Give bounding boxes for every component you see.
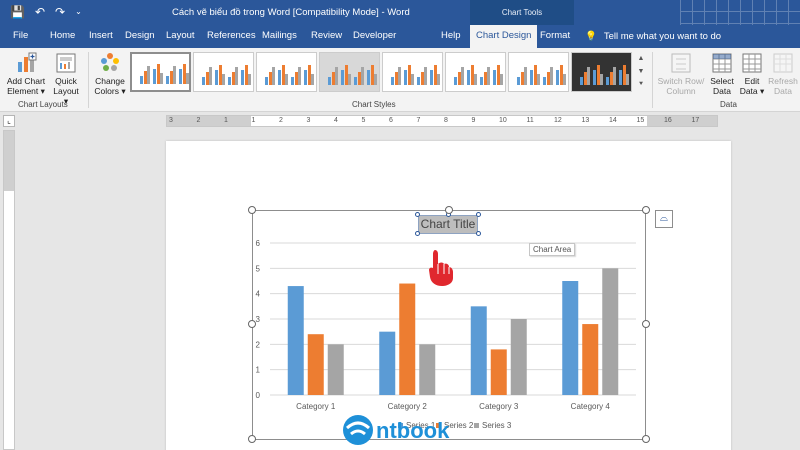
title-handle[interactable] — [415, 231, 420, 236]
resize-handle-top-left[interactable] — [248, 206, 256, 214]
chart-title[interactable]: Chart Title — [418, 215, 478, 234]
chart-area-tooltip: Chart Area — [529, 243, 576, 256]
bar-series-3 — [602, 268, 619, 395]
y-tick-label: 5 — [256, 264, 261, 273]
bar-series-2 — [582, 324, 599, 395]
legend-label: Series 3 — [482, 421, 512, 430]
x-tick-label: Category 3 — [479, 402, 519, 411]
bar-series-1 — [287, 286, 304, 395]
bar-series-3 — [327, 344, 344, 395]
bar-series-1 — [470, 306, 487, 395]
x-tick-label: Category 4 — [571, 402, 611, 411]
y-tick-label: 3 — [256, 315, 261, 324]
title-handle[interactable] — [476, 212, 481, 217]
hand-pointer-icon — [429, 250, 453, 286]
layout-options-icon[interactable]: ⌓ — [655, 210, 673, 228]
resize-handle-bottom-left[interactable] — [248, 435, 256, 443]
resize-handle-right[interactable] — [642, 320, 650, 328]
resize-handle-left[interactable] — [248, 320, 256, 328]
resize-handle-top[interactable] — [445, 206, 453, 214]
bar-series-2 — [399, 283, 416, 395]
title-handle[interactable] — [476, 231, 481, 236]
chart-plot: 0123456Category 1 Category 2 Category 3 Cat… — [256, 239, 636, 430]
bar-series-1 — [379, 331, 396, 395]
y-tick-label: 1 — [256, 366, 261, 375]
bar-series-2 — [307, 334, 324, 395]
legend-swatch — [474, 423, 479, 428]
bar-series-2 — [490, 349, 507, 395]
bar-series-3 — [510, 319, 527, 395]
ntbook-logo: ntbook — [343, 415, 450, 445]
logo-text: ntbook — [376, 418, 450, 443]
bar-series-1 — [562, 281, 579, 395]
y-tick-label: 2 — [256, 340, 261, 349]
resize-handle-top-right[interactable] — [642, 206, 650, 214]
x-tick-label: Category 1 — [296, 402, 336, 411]
bar-series-3 — [419, 344, 436, 395]
y-tick-label: 6 — [256, 239, 261, 248]
y-tick-label: 4 — [256, 290, 261, 299]
y-tick-label: 0 — [256, 391, 261, 400]
title-handle[interactable] — [415, 212, 420, 217]
resize-handle-bottom-right[interactable] — [642, 435, 650, 443]
